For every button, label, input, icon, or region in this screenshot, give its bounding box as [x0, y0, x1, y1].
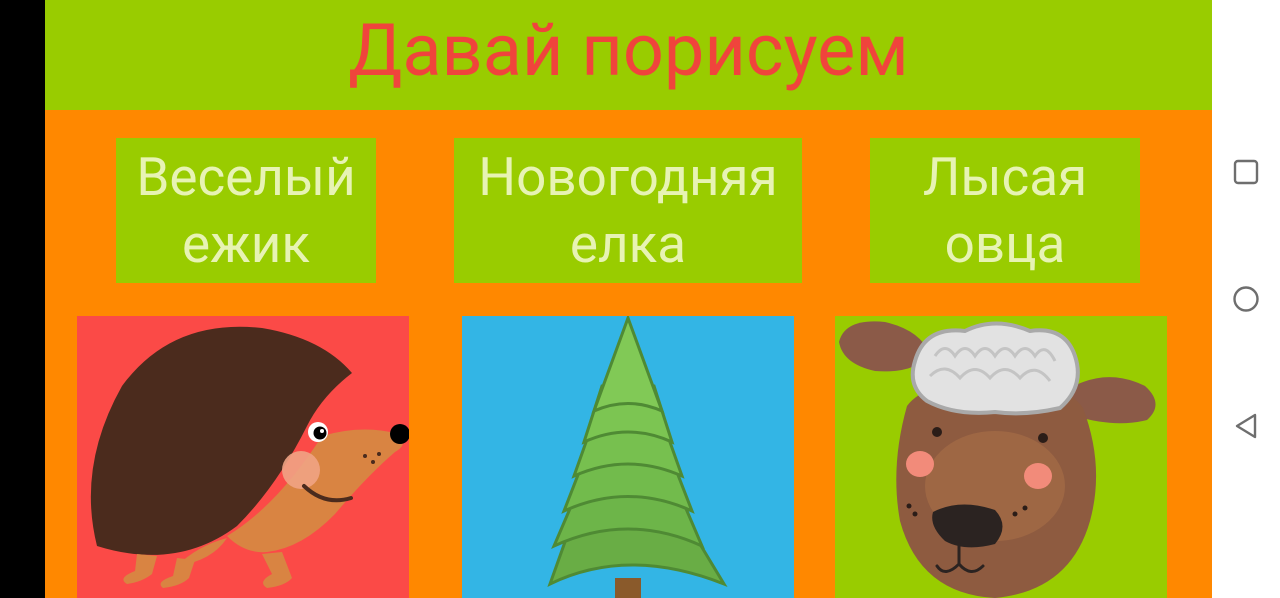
left-black-edge — [0, 0, 45, 598]
sheep-image — [835, 316, 1167, 598]
hedgehog-button-line1: Веселый — [136, 145, 356, 208]
christmas-tree-image — [462, 316, 794, 598]
sheep-button-line2: овца — [944, 212, 1066, 275]
hedgehog-picture[interactable] — [77, 316, 409, 598]
system-navigation-bar — [1212, 0, 1280, 598]
christmas-tree-button[interactable]: Новогодняя елка — [454, 138, 802, 283]
hedgehog-button[interactable]: Веселый ежик — [116, 138, 376, 283]
recents-square-icon[interactable] — [1226, 152, 1266, 192]
home-circle-icon[interactable] — [1226, 279, 1266, 319]
hedgehog-button-line2: ежик — [182, 212, 310, 275]
hedgehog-image — [77, 316, 409, 598]
sheep-button-line1: Лысая — [922, 145, 1088, 208]
christmas-tree-button-line2: елка — [569, 212, 687, 275]
back-triangle-icon[interactable] — [1226, 406, 1266, 446]
sheep-picture[interactable] — [835, 316, 1167, 598]
sheep-button[interactable]: Лысая овца — [870, 138, 1140, 283]
christmas-tree-button-line1: Новогодняя — [478, 145, 778, 208]
page-title: Давай порисуем — [348, 8, 909, 93]
app-screen: Давай порисуем Веселый ежик Новогодняя е… — [45, 0, 1212, 598]
header-bar: Давай порисуем — [45, 0, 1212, 110]
christmas-tree-picture[interactable] — [462, 316, 794, 598]
